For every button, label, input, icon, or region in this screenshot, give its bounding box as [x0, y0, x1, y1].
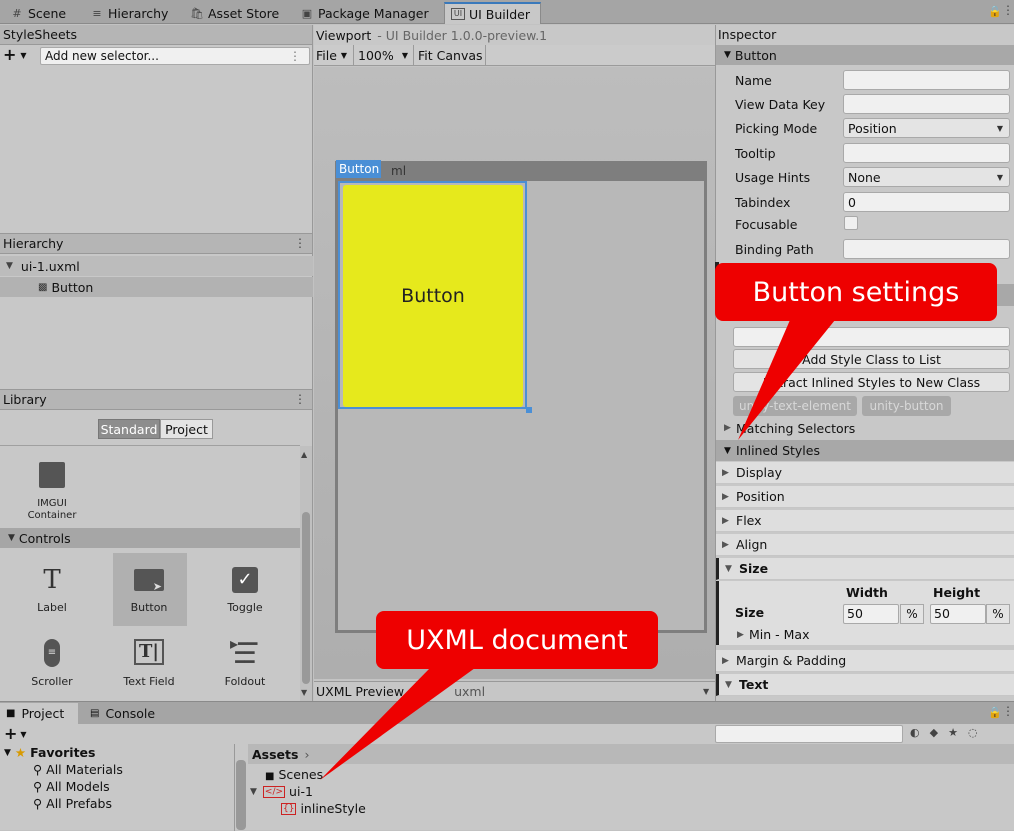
- callout-text: Button settings: [752, 276, 960, 308]
- button-settings-callout: Button settings: [715, 263, 997, 321]
- uxml-callout-pointer: [320, 668, 475, 780]
- callout-arrows: [320, 320, 835, 780]
- callout-text: UXML document: [406, 624, 628, 656]
- settings-callout-pointer: [738, 320, 835, 440]
- uxml-document-callout: UXML document: [376, 611, 658, 669]
